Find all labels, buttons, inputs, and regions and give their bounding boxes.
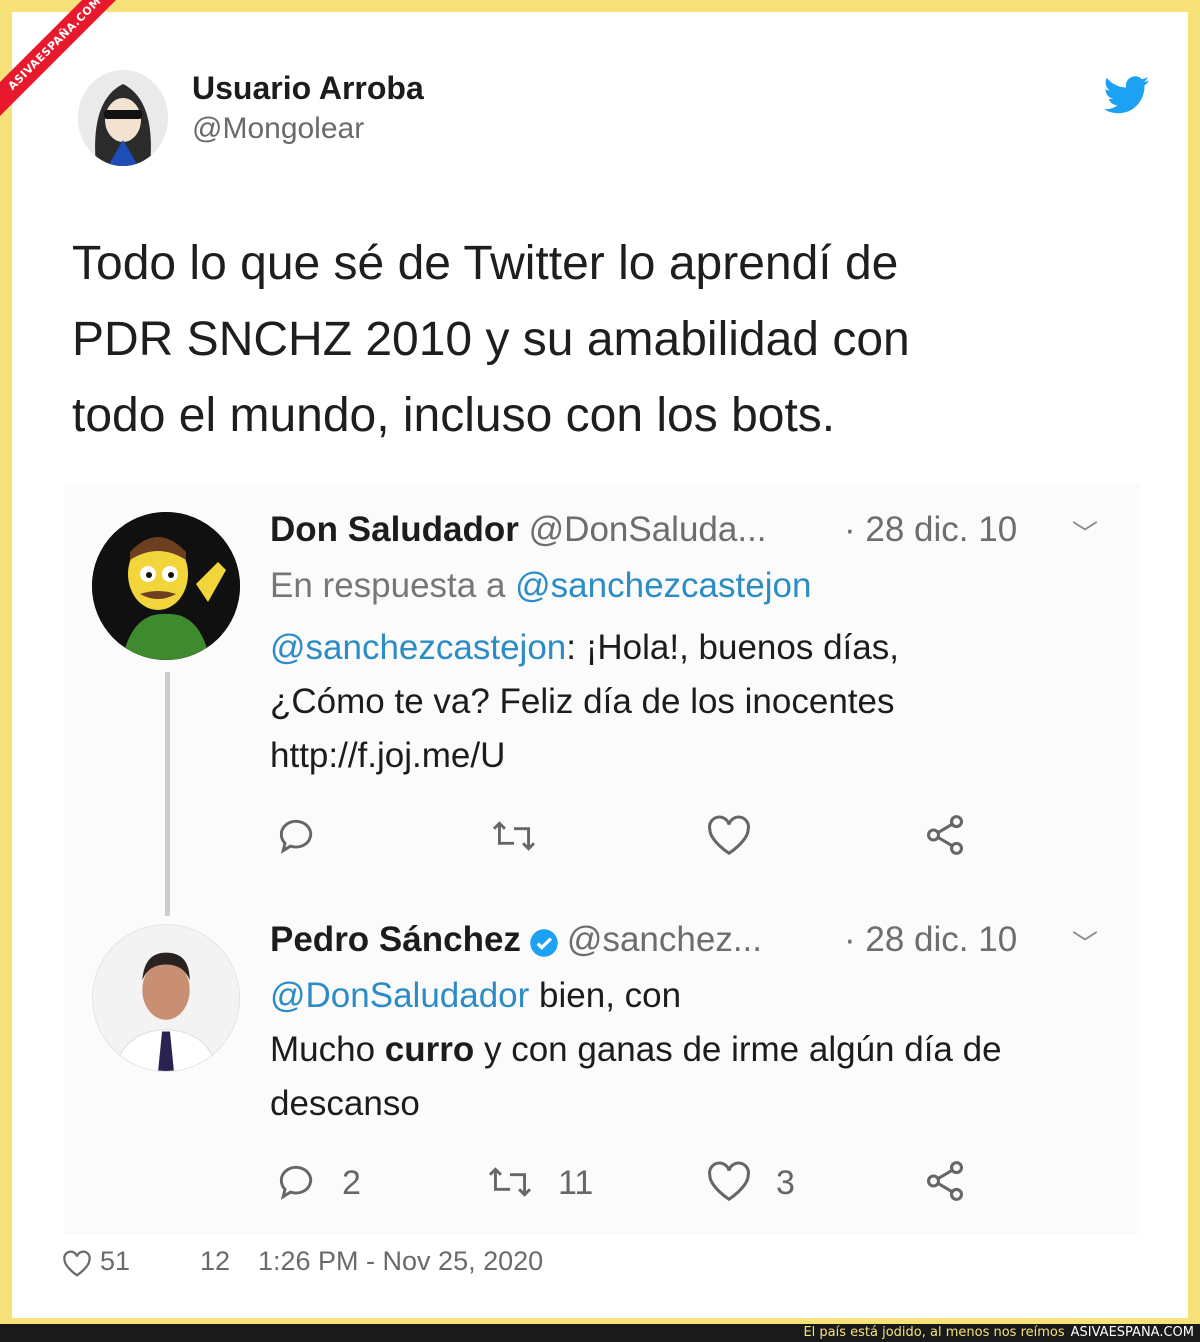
reply-prefix: En respuesta a — [270, 566, 516, 605]
second-tweet-date[interactable]: · 28 dic. 10 — [844, 920, 1017, 960]
like-icon[interactable] — [706, 814, 752, 858]
second-tweet-bold-word: curro — [384, 1030, 475, 1069]
second-tweet-name[interactable]: Pedro Sánchez — [270, 920, 521, 959]
author-name[interactable]: Usuario Arroba — [192, 70, 424, 107]
first-tweet-line2: ¿Cómo te va? Feliz día de los inocentes — [270, 682, 895, 721]
site-brand[interactable]: ASIVAESPANA.COM — [1071, 1325, 1194, 1340]
second-tweet-handle[interactable]: @sanchez... — [567, 920, 762, 959]
second-tweet-line3: descanso — [270, 1084, 420, 1123]
second-tweet-text2a: Mucho — [270, 1030, 385, 1069]
twitter-bird-icon[interactable] — [1103, 76, 1150, 114]
pedro-sanchez-avatar[interactable] — [92, 924, 240, 1072]
first-tweet-header: Don Saludador @DonSaluda... — [270, 510, 767, 550]
footer-like-count: 51 — [100, 1246, 131, 1276]
retweet-icon[interactable] — [490, 816, 538, 856]
first-tweet-mention[interactable]: @sanchezcastejon — [270, 628, 566, 667]
reply-context: En respuesta a @sanchezcastejon — [270, 566, 811, 606]
chevron-down-icon[interactable]: ﹀ — [1072, 924, 1098, 961]
footer-timestamp[interactable]: 1:26 PM - Nov 25, 2020 — [258, 1246, 543, 1277]
footer-like-icon[interactable] — [62, 1250, 92, 1278]
tweet-line: Todo lo que sé de Twitter lo aprendí de — [72, 237, 899, 290]
author-handle[interactable]: @Mongolear — [192, 112, 364, 146]
site-caption: El país está jodido, al menos nos reímos — [803, 1325, 1065, 1340]
author-avatar[interactable] — [78, 70, 168, 166]
thread-connector — [165, 672, 170, 916]
reply-icon[interactable] — [274, 814, 318, 858]
second-tweet-mention[interactable]: @DonSaludador — [270, 976, 529, 1015]
site-footer-bar: El país está jodido, al menos nos reímos… — [0, 1324, 1200, 1342]
retweet-count: 11 — [558, 1164, 594, 1202]
first-tweet-date[interactable]: · 28 dic. 10 — [844, 510, 1017, 550]
second-tweet-header: Pedro Sánchez @sanchez... — [270, 920, 762, 960]
like-count: 3 — [776, 1164, 795, 1202]
retweet-icon[interactable] — [486, 1162, 534, 1202]
first-tweet-handle[interactable]: @DonSaluda... — [529, 510, 767, 549]
tweet-line: PDR SNCHZ 2010 y su amabilidad con — [72, 313, 910, 366]
reply-to-link[interactable]: @sanchezcastejon — [515, 566, 811, 605]
first-tweet-text1: : ¡Hola!, buenos días, — [566, 628, 899, 667]
second-tweet-line1: @DonSaludador bien, con — [270, 976, 681, 1016]
first-tweet-line1: @sanchezcastejon: ¡Hola!, buenos días, — [270, 628, 899, 668]
chevron-down-icon[interactable]: ﹀ — [1072, 514, 1098, 551]
verified-badge-icon — [529, 927, 559, 957]
second-tweet-line2: Mucho curro y con ganas de irme algún dí… — [270, 1030, 1002, 1070]
don-saludador-avatar[interactable] — [92, 512, 240, 660]
tweet-line: todo el mundo, incluso con los bots. — [72, 389, 836, 442]
share-icon[interactable] — [922, 812, 968, 858]
second-tweet-text2b: y con ganas de irme algún día de — [474, 1030, 1002, 1069]
share-icon[interactable] — [922, 1158, 968, 1204]
reply-icon[interactable] — [274, 1160, 318, 1204]
second-tweet-text1: bien, con — [529, 976, 682, 1015]
first-tweet-name[interactable]: Don Saludador — [270, 510, 519, 549]
reply-count: 2 — [342, 1164, 361, 1202]
like-icon[interactable] — [706, 1160, 752, 1204]
tweet-text: Todo lo que sé de Twitter lo aprendí de … — [72, 226, 1152, 454]
footer-retweet-count: 12 — [200, 1246, 231, 1276]
first-tweet-link[interactable]: http://f.joj.me/U — [270, 736, 505, 776]
